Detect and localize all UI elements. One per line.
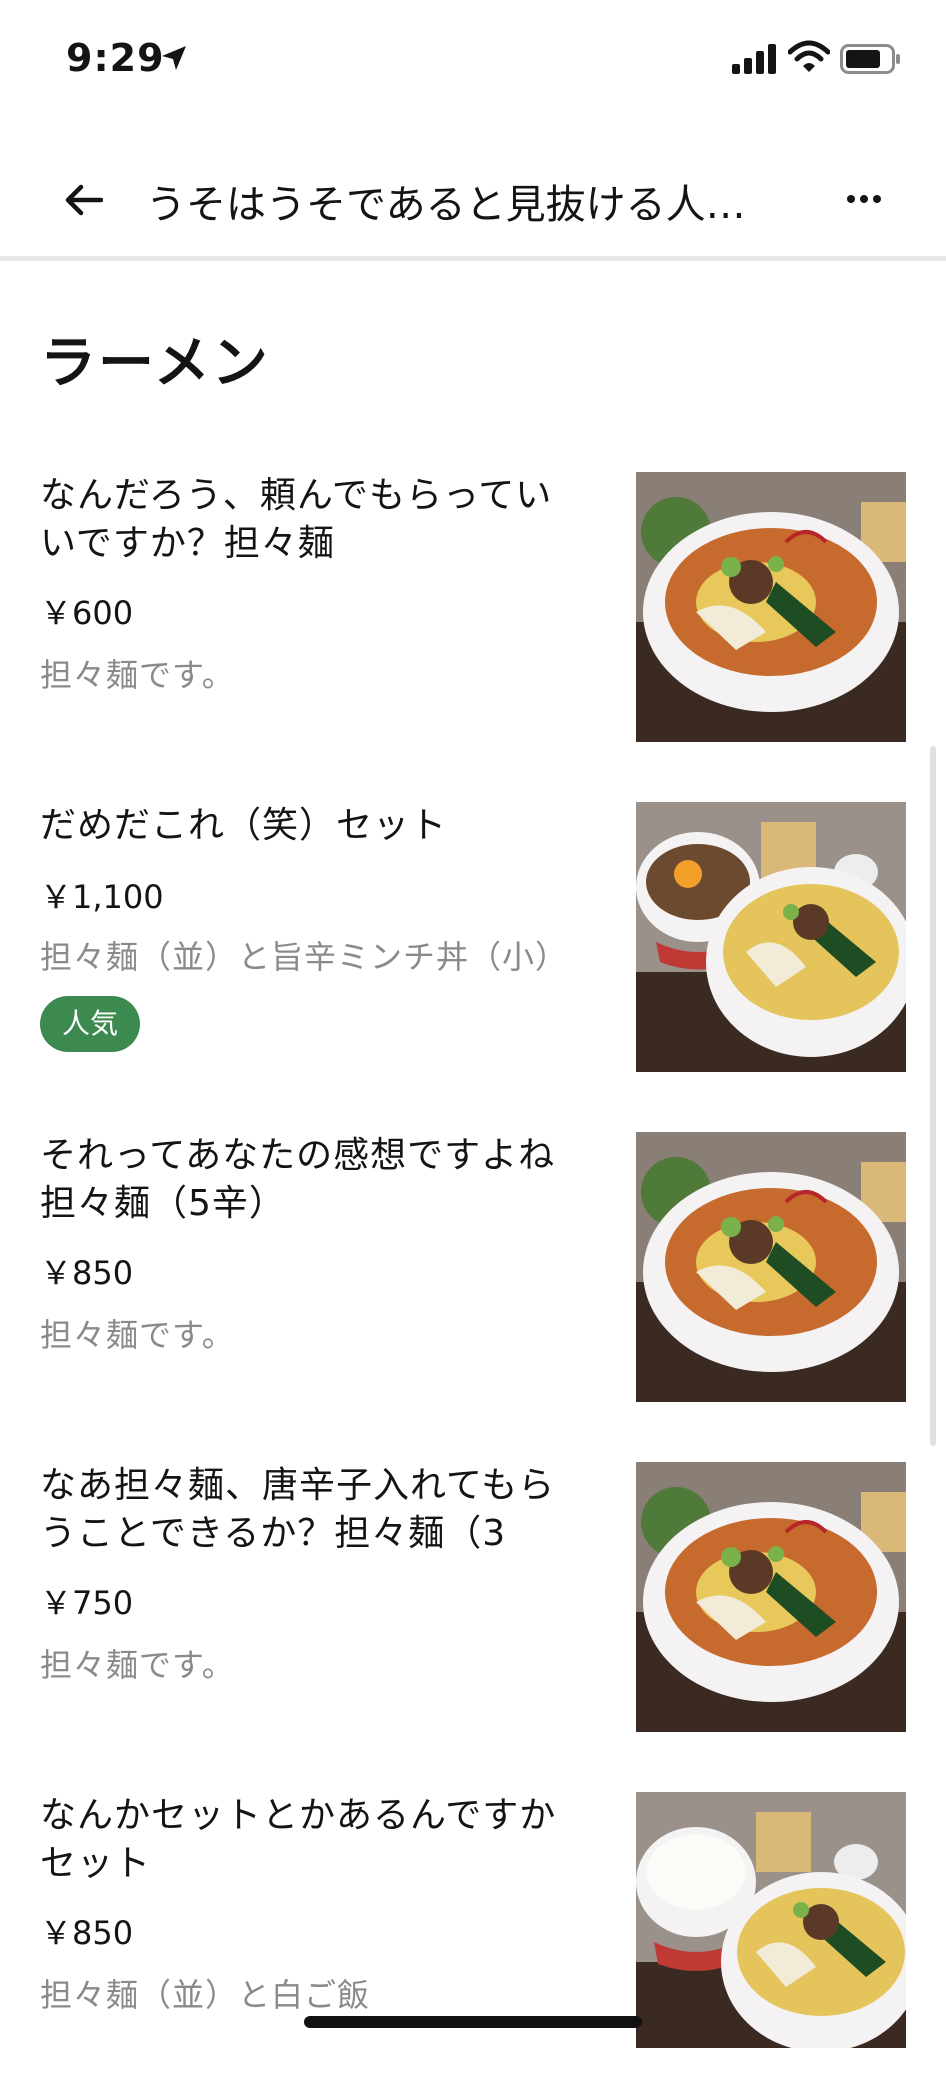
menu-item[interactable]: それってあなたの感想ですよね 担々麺（5辛） ￥850 担々麺です。: [0, 1132, 946, 1432]
item-photo: [636, 1792, 906, 2048]
item-name: なんかセットとかあるんですか セット: [40, 1792, 600, 1888]
item-name-line: なんだろう、頼んでもらってい: [40, 475, 553, 516]
menu-item[interactable]: だめだこれ（笑）セット ￥1,100 担々麺（並）と旨辛ミンチ丼（小） 人気: [0, 802, 946, 1102]
more-button[interactable]: [842, 184, 886, 214]
item-price: ￥1,100: [40, 878, 164, 916]
section-title: ラーメン: [40, 331, 270, 396]
popular-badge: 人気: [40, 996, 141, 1052]
item-description: 担々麺（並）と白ご飯: [40, 1976, 371, 2014]
menu-item[interactable]: なあ担々麺、唐辛子入れてもら うことできるか？担々麺（3 ￥750 担々麺です。: [0, 1462, 946, 1762]
cellular-signal-icon: [732, 44, 778, 78]
item-name-line: いですか？担々麺: [40, 523, 335, 564]
nav-title: うそはうそであると見抜ける人…: [146, 182, 746, 228]
ellipsis-icon: [847, 195, 881, 203]
item-price: ￥600: [40, 594, 134, 632]
item-name-line: なんかセットとかあるんですか: [40, 1795, 557, 1836]
item-name: それってあなたの感想ですよね 担々麺（5辛）: [40, 1132, 600, 1228]
item-name-line: うことできるか？担々麺（3: [40, 1513, 507, 1554]
item-photo: [636, 1132, 906, 1402]
item-description: 担々麺です。: [40, 1646, 235, 1684]
item-name-line: だめだこれ（笑）セット: [40, 805, 448, 846]
location-arrow-icon: [160, 44, 188, 76]
item-name-line: 担々麺（5辛）: [40, 1183, 286, 1224]
item-photo: [636, 472, 906, 742]
menu-item[interactable]: なんだろう、頼んでもらってい いですか？担々麺 ￥600 担々麺です。: [0, 472, 946, 772]
status-time: 9:29: [66, 36, 165, 80]
battery-icon: [840, 44, 902, 78]
arrow-left-icon: [65, 184, 103, 216]
item-price: ￥750: [40, 1584, 134, 1622]
item-name: なんだろう、頼んでもらってい いですか？担々麺: [40, 472, 600, 568]
item-price: ￥850: [40, 1254, 134, 1292]
item-name: なあ担々麺、唐辛子入れてもら うことできるか？担々麺（3: [40, 1462, 600, 1558]
item-description: 担々麺です。: [40, 656, 235, 694]
item-photo: [636, 1462, 906, 1732]
scrollbar[interactable]: [930, 746, 936, 1446]
back-button[interactable]: [58, 174, 110, 226]
menu-item[interactable]: なんかセットとかあるんですか セット ￥850 担々麺（並）と白ご飯: [0, 1792, 946, 2092]
item-name-line: それってあなたの感想ですよね: [40, 1135, 556, 1176]
home-indicator[interactable]: [304, 2016, 642, 2028]
item-name-line: セット: [40, 1843, 152, 1884]
item-price: ￥850: [40, 1914, 134, 1952]
item-photo: [636, 802, 906, 1072]
status-bar: 9:29: [0, 0, 946, 120]
item-description: 担々麺（並）と旨辛ミンチ丼（小）: [40, 938, 569, 976]
item-name-line: なあ担々麺、唐辛子入れてもら: [40, 1465, 556, 1506]
item-name: だめだこれ（笑）セット: [40, 802, 600, 850]
item-description: 担々麺です。: [40, 1316, 235, 1354]
wifi-icon: [787, 40, 831, 78]
nav-bar: うそはうそであると見抜ける人…: [0, 140, 946, 261]
